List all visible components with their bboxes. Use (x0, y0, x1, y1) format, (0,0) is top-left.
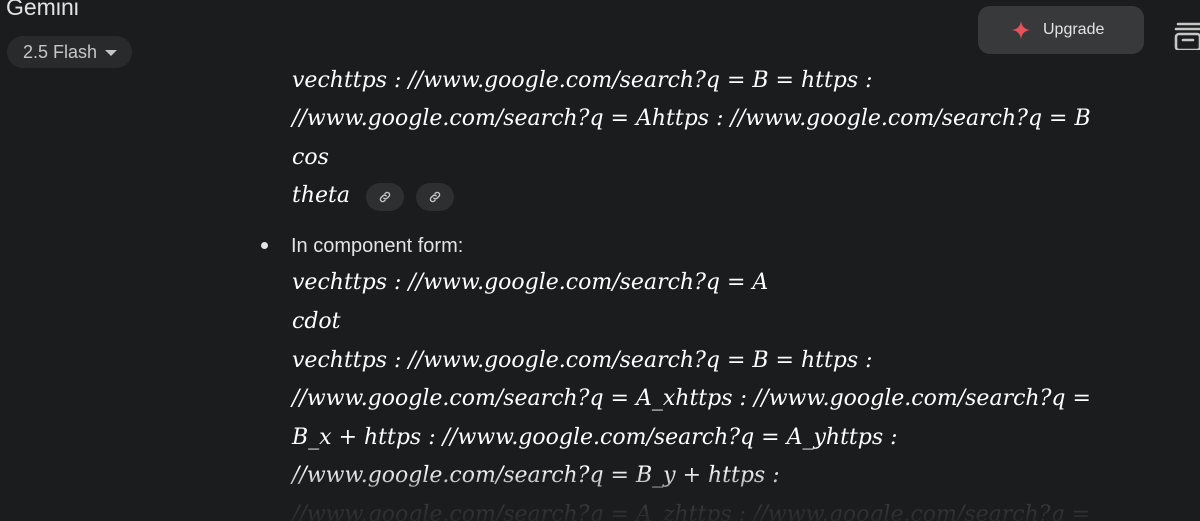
math-line: B_x + https : //www.google.com/search?q … (292, 425, 898, 450)
model-picker-button[interactable]: 2.5 Flash (7, 36, 133, 68)
math-line: vechttps : //www.google.com/search?q = A (292, 270, 769, 295)
math-line: //www.google.com/search?q = Ahttps : //w… (292, 106, 1091, 131)
math-line: cos (292, 145, 329, 170)
response-content: vechttps : //www.google.com/search?q = B… (0, 0, 1200, 521)
math-line: vechttps : //www.google.com/search?q = B… (292, 348, 873, 373)
math-line: theta (292, 183, 350, 208)
stack-icon[interactable] (1172, 10, 1200, 50)
math-line: //www.google.com/search?q = A_zhttps : /… (292, 502, 1091, 521)
math-line: vechttps : //www.google.com/search?q = B… (292, 68, 873, 92)
app-title: Gemini (6, 0, 79, 20)
source-link-chip[interactable] (366, 183, 404, 211)
source-link-chip[interactable] (416, 183, 454, 211)
bullet-text: In component form: (291, 235, 464, 257)
chevron-down-icon (105, 50, 118, 56)
upgrade-label: Upgrade (1043, 21, 1105, 38)
upgrade-button[interactable]: Upgrade (978, 6, 1144, 54)
bullet-point (261, 242, 268, 249)
link-icon (379, 191, 391, 203)
math-line: //www.google.com/search?q = A_xhttps : /… (292, 386, 1091, 411)
math-line: cdot (292, 309, 341, 334)
gemini-app: vechttps : //www.google.com/search?q = B… (0, 0, 1200, 521)
sparkle-icon (1011, 20, 1031, 40)
model-label: 2.5 Flash (23, 41, 98, 62)
math-line: //www.google.com/search?q = B_y + https … (292, 463, 780, 488)
link-icon (429, 191, 441, 203)
